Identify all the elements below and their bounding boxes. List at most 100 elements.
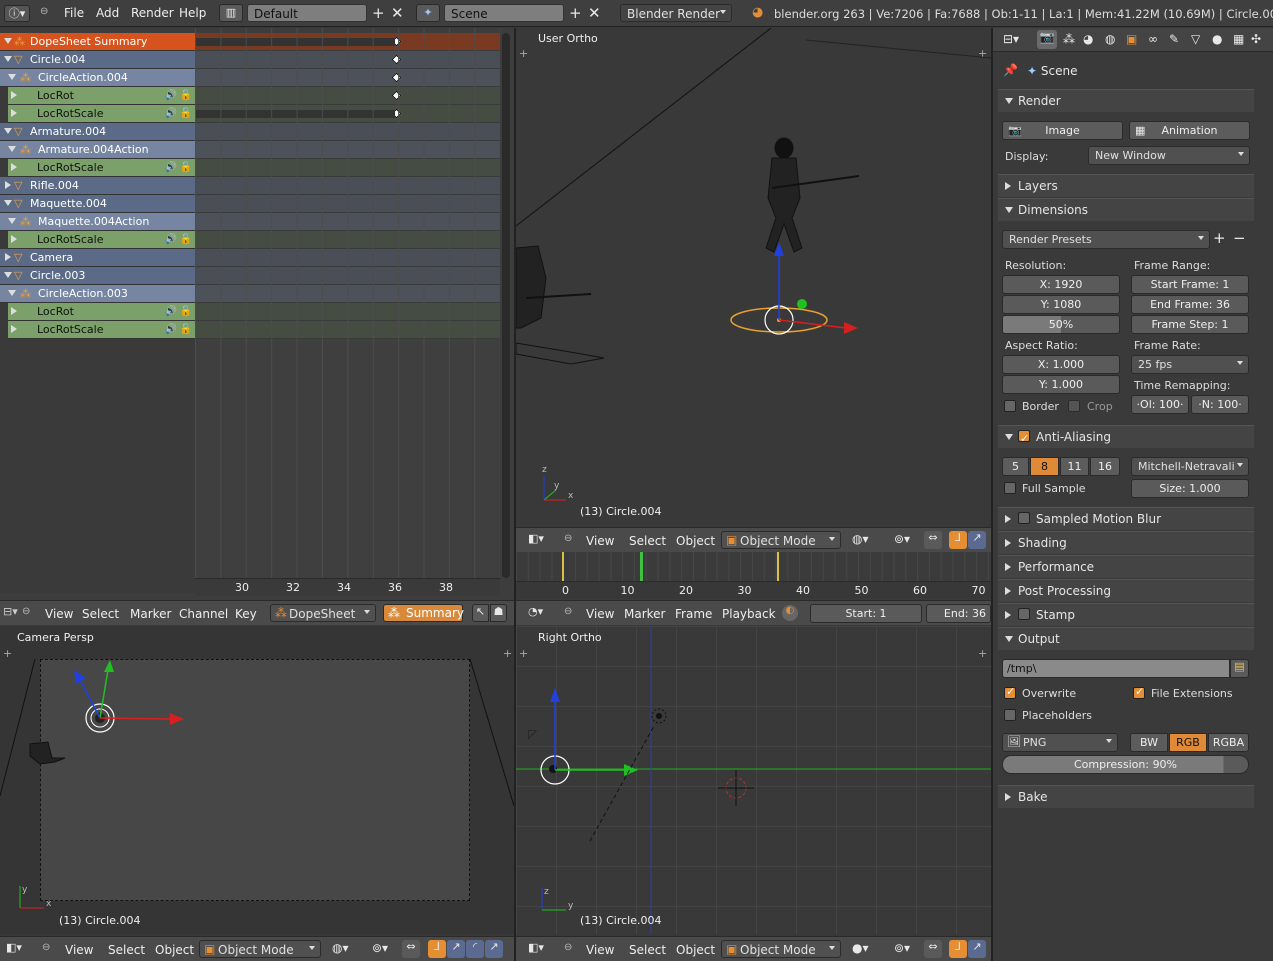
mute-speaker-icon[interactable]: 🔊 [165,105,177,122]
info-icon[interactable]: ⓘ▾ [4,5,30,22]
timeline-area[interactable]: 0 10 20 30 40 50 60 70 [516,552,991,600]
border-checkbox[interactable] [1004,400,1016,412]
color-rgba-button[interactable]: RGBA [1208,733,1249,752]
data-tab-icon[interactable]: ▽ [1191,32,1200,46]
end-frame-field[interactable]: End Frame: 36 [1131,295,1249,314]
panel-anti-aliasing[interactable]: Anti-Aliasing [998,425,1254,450]
render-animation-button[interactable]: ▦ Animation [1129,121,1250,140]
res-y-field[interactable]: Y: 1080 [1002,295,1120,314]
collapse-icon[interactable]: ⊖ [22,606,30,617]
channel-curve[interactable]: LocRotScale 🔊 🔓 [8,105,195,123]
channel-obj[interactable]: Rifle.004 ▽ [0,177,195,195]
menu-view[interactable]: View [586,607,614,621]
render-tab-icon[interactable]: 📷 [1037,30,1057,49]
menu-object[interactable]: Object [676,943,715,957]
mute-speaker-icon[interactable]: 🔊 [165,159,177,176]
mute-speaker-icon[interactable]: 🔊 [165,87,177,104]
object-mode-select[interactable]: ▣ Object Mode [721,940,841,958]
collapse-icon[interactable]: ⊖ [42,942,50,953]
menu-marker[interactable]: Marker [624,607,665,621]
channel-obj[interactable]: Circle.004 ▽ [0,51,195,69]
particles-tab-icon[interactable]: ✣ [1251,32,1261,46]
add-layout-icon[interactable]: + [372,4,385,22]
pivot-icon[interactable]: ⊚▾ [894,941,910,955]
scale-icon[interactable]: ◜ [466,940,484,958]
transform-orientation-icon[interactable]: ↗ [485,940,503,958]
channel-obj[interactable]: Maquette.004 ▽ [0,195,195,213]
output-path-field[interactable]: /tmp\ [1002,659,1230,678]
menu-select[interactable]: Select [629,534,666,548]
lock-icon[interactable]: 🔓 [180,321,192,338]
preview-range-icon[interactable]: ◐ [782,605,798,621]
collapse-icon[interactable]: ⊖ [564,606,572,617]
aa-sample-16[interactable]: 16 [1090,457,1120,476]
menu-view[interactable]: View [586,943,614,957]
channel-act[interactable]: Maquette.004Action ⁂ [0,213,195,231]
aa-checkbox[interactable] [1018,428,1030,450]
start-frame-field[interactable]: Start: 1 [810,604,922,623]
aspect-x-field[interactable]: X: 1.000 [1002,355,1120,374]
res-x-field[interactable]: X: 1920 [1002,275,1120,294]
editor-type-icon[interactable]: ◔▾ [528,605,543,618]
ghost-icon[interactable]: ☗ [490,604,507,622]
expand-toggle-icon[interactable] [11,307,17,315]
end-frame-field[interactable]: End: 36 [926,604,991,623]
manipulator-icon[interactable]: ⇔ [924,940,942,958]
color-bw-button[interactable]: BW [1130,733,1168,752]
expand-toggle-icon[interactable] [8,146,16,152]
compression-slider[interactable]: Compression: 90% [1002,755,1249,774]
menu-channel[interactable]: Channel [179,607,228,621]
res-pct-slider[interactable]: 50% [1002,315,1120,334]
editor-type-icon[interactable]: ⊟▾ [3,605,18,618]
menu-view[interactable]: View [65,943,93,957]
dopesheet-mode-select[interactable]: ⁂ DopeSheet [270,604,376,622]
lock-icon[interactable]: 🔓 [180,159,192,176]
aa-filter-select[interactable]: Mitchell-Netravali [1131,457,1249,476]
menu-key[interactable]: Key [235,607,257,621]
expand-toggle-icon[interactable] [8,218,16,224]
only-selected-icon[interactable]: ↖ [472,604,489,622]
channel-curve[interactable]: LocRot 🔊 🔓 [8,303,195,321]
constraints-tab-icon[interactable]: ∞ [1148,32,1158,46]
channel-curve[interactable]: LocRotScale 🔊 🔓 [8,321,195,339]
aa-sample-11[interactable]: 11 [1060,457,1089,476]
menu-frame[interactable]: Frame [675,607,712,621]
lock-icon[interactable]: 🔓 [180,231,192,248]
menu-help[interactable]: Help [179,6,206,20]
aa-sample-5[interactable]: 5 [1002,457,1029,476]
expand-toggle-icon[interactable] [4,56,12,62]
channel-curve[interactable]: LocRotScale 🔊 🔓 [8,159,195,177]
object-mode-select[interactable]: ▣ Object Mode [721,531,841,549]
panel-post-processing[interactable]: Post Processing [998,579,1254,602]
pin-icon[interactable]: 📌 [1003,63,1018,77]
render-engine-select[interactable]: Blender Render [620,4,732,22]
menu-object[interactable]: Object [676,534,715,548]
pivot-icon[interactable]: ⊚▾ [894,532,910,546]
menu-object[interactable]: Object [155,943,194,957]
layout-field[interactable]: Default [247,4,367,22]
translate-icon[interactable]: ⅃ [428,940,446,958]
channel-sum[interactable]: DopeSheet Summary ⁂ [0,33,195,51]
rotate-icon[interactable]: ↗ [968,940,986,958]
color-rgb-button[interactable]: RGB [1169,733,1207,752]
expand-toggle-icon[interactable] [8,74,16,80]
remove-layout-icon[interactable]: ✕ [391,4,404,22]
viewport-user-ortho[interactable]: User Ortho + + z y x (13) Circle.004 [516,28,991,526]
object-mode-select[interactable]: ▣ Object Mode [199,940,321,958]
shading-icon[interactable]: ◍▾ [332,941,349,955]
render-layers-tab-icon[interactable]: ⁂ [1063,32,1075,46]
shading-icon[interactable]: ◍▾ [852,532,869,546]
aa-sample-8[interactable]: 8 [1030,457,1059,476]
menu-playback[interactable]: Playback [722,607,776,621]
expand-toggle-icon[interactable] [4,200,12,206]
corner-plus-icon[interactable]: + [978,647,987,660]
expand-toggle-icon[interactable] [8,290,16,296]
panel-dimensions[interactable]: Dimensions [998,198,1254,221]
collapse-icon[interactable]: ⊖ [564,533,572,544]
manipulator-icon[interactable]: ⇔ [402,940,420,958]
current-frame-marker[interactable] [640,552,643,582]
panel-output[interactable]: Output [998,627,1254,650]
panel-bake[interactable]: Bake [998,785,1254,808]
file-extensions-checkbox[interactable] [1133,685,1145,699]
translate-icon[interactable]: ⅃ [949,940,967,958]
